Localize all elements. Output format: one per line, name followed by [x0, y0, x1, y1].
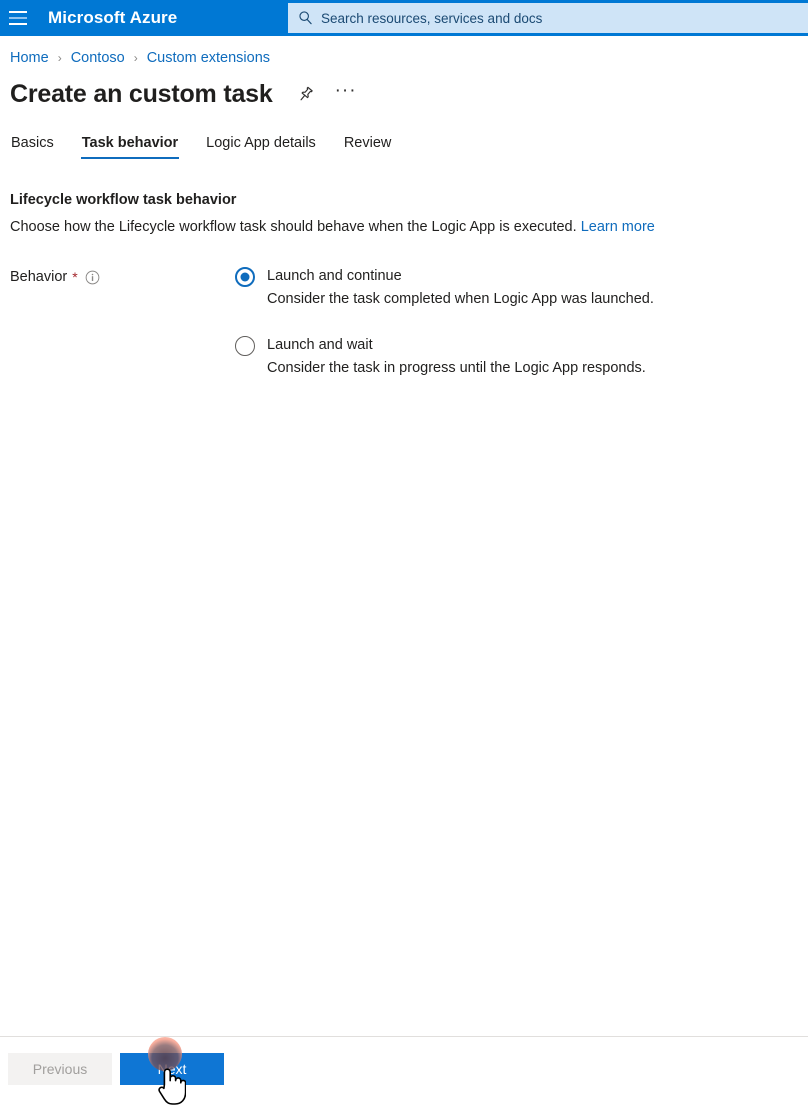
tab-basics[interactable]: Basics: [10, 135, 55, 159]
breadcrumb: Home › Contoso › Custom extensions: [0, 36, 808, 66]
info-icon[interactable]: [85, 270, 100, 285]
radio-mark-selected[interactable]: [235, 267, 255, 287]
radio-option-launch-and-continue[interactable]: Launch and continue Consider the task co…: [235, 267, 808, 309]
radio-option-title: Launch and wait: [267, 337, 373, 353]
radio-option-subtitle: Consider the task in progress until the …: [267, 360, 646, 376]
section-title: Lifecycle workflow task behavior: [10, 192, 237, 208]
wizard-tabs: Basics Task behavior Logic App details R…: [0, 135, 808, 159]
learn-more-link[interactable]: Learn more: [581, 219, 655, 235]
azure-top-bar: Microsoft Azure Search resources, servic…: [0, 0, 808, 36]
radio-option-texts: Launch and wait Consider the task in pro…: [267, 336, 646, 378]
radio-mark-unselected[interactable]: [235, 336, 255, 356]
required-marker: *: [72, 269, 78, 285]
pin-icon[interactable]: [295, 84, 317, 106]
ellipsis-icon[interactable]: ···: [335, 81, 357, 103]
page-header: Create an custom task ···: [0, 66, 808, 109]
behavior-radio-group: Launch and continue Consider the task co…: [235, 267, 808, 405]
search-icon: [298, 10, 313, 25]
breadcrumb-item-home[interactable]: Home: [10, 50, 49, 66]
tab-review[interactable]: Review: [343, 135, 393, 159]
radio-option-texts: Launch and continue Consider the task co…: [267, 267, 654, 309]
behavior-label-text: Behavior: [10, 269, 68, 285]
breadcrumb-separator: ›: [133, 51, 138, 65]
radio-option-subtitle: Consider the task completed when Logic A…: [267, 291, 654, 307]
previous-button[interactable]: Previous: [8, 1052, 112, 1085]
breadcrumb-item-contoso[interactable]: Contoso: [71, 50, 125, 66]
hamburger-line-1: [9, 11, 27, 13]
page-header-actions: ···: [295, 81, 357, 106]
global-search-input[interactable]: Search resources, services and docs: [288, 3, 808, 33]
tab-task-behavior[interactable]: Task behavior: [80, 135, 180, 159]
hamburger-icon[interactable]: [0, 0, 36, 36]
behavior-label: Behavior *: [10, 267, 235, 405]
radio-option-title: Launch and continue: [267, 268, 402, 284]
section-lifecycle-workflow-task-behavior: Lifecycle workflow task behavior Choose …: [0, 192, 808, 235]
page-title: Create an custom task: [10, 80, 273, 108]
breadcrumb-separator: ›: [57, 51, 62, 65]
field-behavior: Behavior * Launch and continue Consider …: [0, 267, 808, 405]
hamburger-line-2: [9, 17, 27, 19]
brand-label[interactable]: Microsoft Azure: [48, 8, 177, 28]
next-button[interactable]: Next: [120, 1052, 224, 1085]
search-placeholder: Search resources, services and docs: [321, 10, 543, 26]
tab-logic-app-details[interactable]: Logic App details: [205, 135, 317, 159]
section-description: Choose how the Lifecycle workflow task s…: [10, 219, 808, 235]
wizard-footer: Previous Next: [0, 1036, 808, 1105]
hamburger-line-3: [9, 23, 27, 25]
radio-option-launch-and-wait[interactable]: Launch and wait Consider the task in pro…: [235, 336, 808, 378]
breadcrumb-item-custom-extensions[interactable]: Custom extensions: [147, 50, 270, 66]
section-description-text: Choose how the Lifecycle workflow task s…: [10, 219, 577, 235]
